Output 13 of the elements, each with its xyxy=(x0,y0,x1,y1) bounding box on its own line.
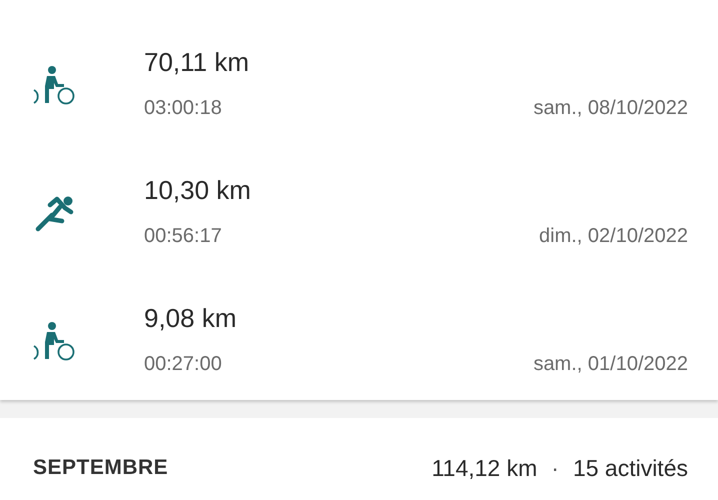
activity-duration: 00:56:17 xyxy=(144,224,222,249)
month-total-distance: 114,12 km xyxy=(432,454,538,482)
month-heading: SEPTEMBRE xyxy=(33,455,168,481)
activity-distance: 9,08 km xyxy=(144,302,238,334)
activity-date: dim., 02/10/2022 xyxy=(539,224,688,249)
activity-distance: 70,11 km xyxy=(144,46,250,78)
month-activity-count: 15 activités xyxy=(572,454,688,482)
separator-dot: · xyxy=(551,454,559,482)
activity-date: sam., 08/10/2022 xyxy=(533,96,688,121)
activity-duration: 03:00:18 xyxy=(144,96,222,121)
activity-duration: 00:27:00 xyxy=(144,352,222,377)
activity-date: sam., 01/10/2022 xyxy=(533,352,688,377)
activity-distance: 10,30 km xyxy=(144,174,252,206)
